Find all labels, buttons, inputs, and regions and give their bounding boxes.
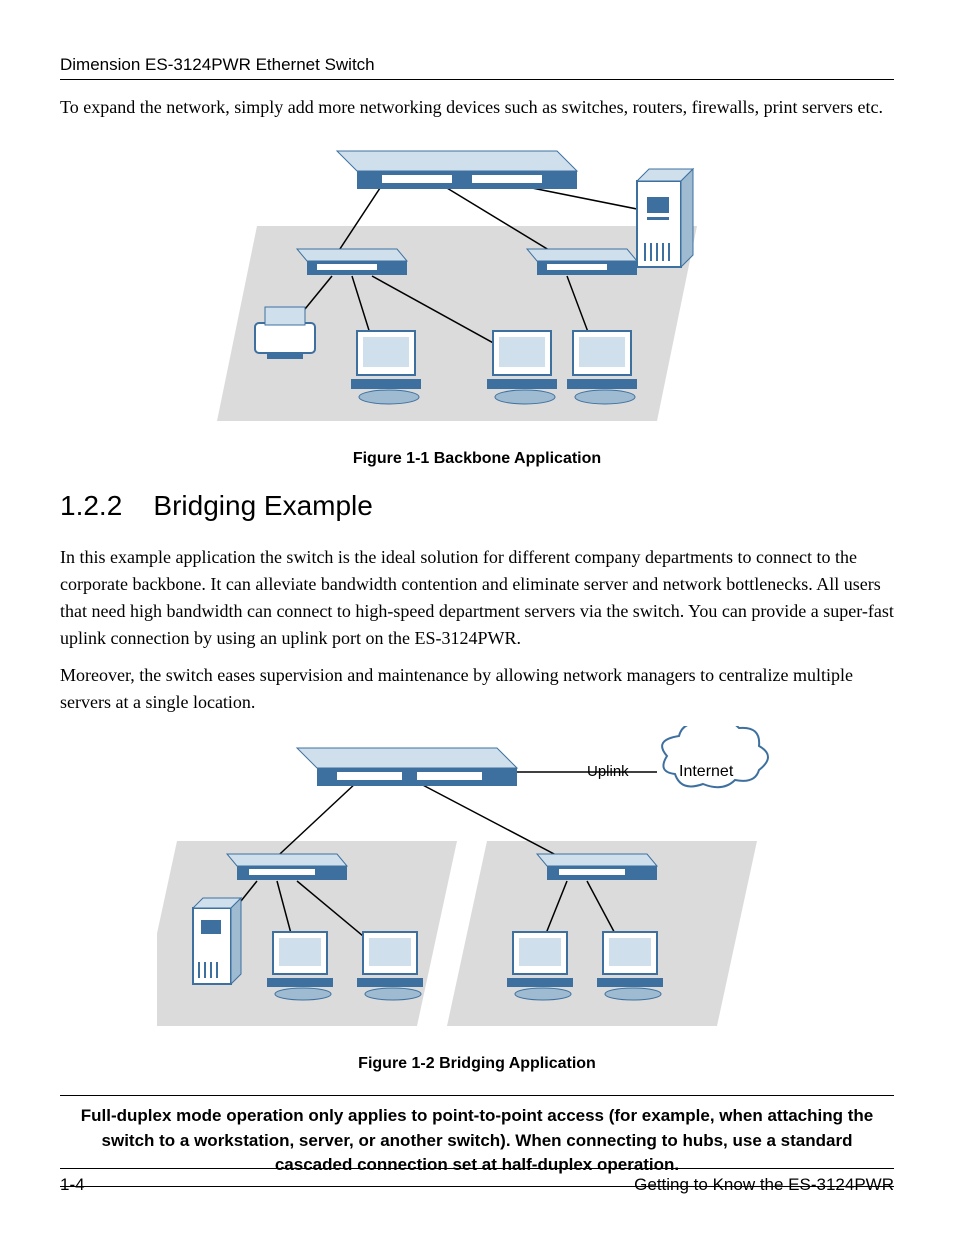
small-switch-right-icon bbox=[537, 854, 657, 880]
section-number: 1.2.2 bbox=[60, 490, 122, 521]
server-tower-icon bbox=[193, 898, 241, 984]
section-paragraph-1: In this example application the switch i… bbox=[60, 544, 894, 652]
small-switch-right-icon bbox=[527, 249, 637, 275]
section-heading: 1.2.2 Bridging Example bbox=[60, 490, 894, 522]
intro-paragraph: To expand the network, simply add more n… bbox=[60, 94, 894, 121]
small-switch-left-icon bbox=[227, 854, 347, 880]
section-paragraph-2: Moreover, the switch eases supervision a… bbox=[60, 662, 894, 716]
figure-1-2-caption: Figure 1-2 Bridging Application bbox=[60, 1055, 894, 1073]
main-switch-icon bbox=[297, 748, 517, 786]
figure-1-1-caption: Figure 1-1 Backbone Application bbox=[60, 450, 894, 468]
internet-label: Internet bbox=[679, 763, 734, 780]
header-rule bbox=[60, 79, 894, 80]
figure-1-1 bbox=[60, 131, 894, 436]
figure-1-2: Uplink Internet bbox=[60, 726, 894, 1041]
footer-page-number: 1-4 bbox=[60, 1175, 85, 1195]
footer-chapter-title: Getting to Know the ES-3124PWR bbox=[634, 1175, 894, 1195]
running-header: Dimension ES-3124PWR Ethernet Switch bbox=[60, 55, 894, 75]
internet-cloud-icon: Internet bbox=[662, 726, 768, 787]
small-switch-left-icon bbox=[297, 249, 407, 275]
main-switch-icon bbox=[337, 151, 577, 189]
server-tower-icon bbox=[637, 169, 693, 267]
footer-rule bbox=[60, 1168, 894, 1169]
section-title: Bridging Example bbox=[153, 490, 372, 521]
page-footer: 1-4 Getting to Know the ES-3124PWR bbox=[60, 1168, 894, 1195]
uplink-label: Uplink bbox=[587, 763, 629, 780]
